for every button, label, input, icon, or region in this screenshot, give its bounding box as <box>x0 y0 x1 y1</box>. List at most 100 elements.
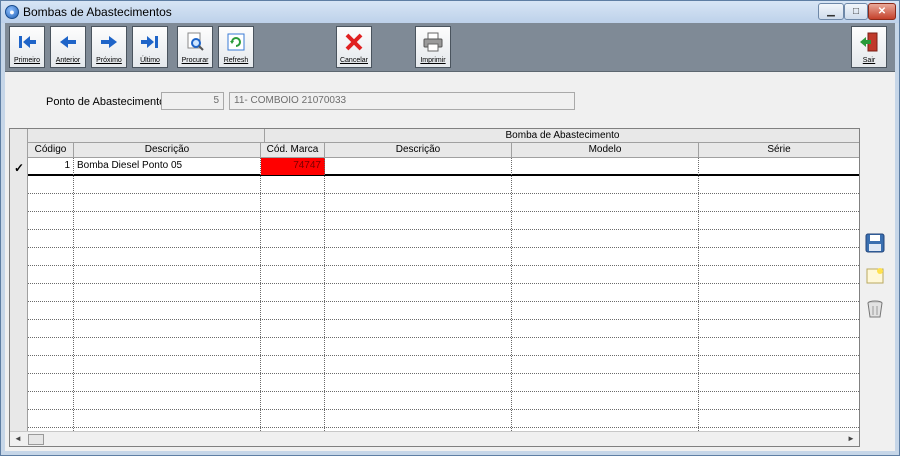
empty-table-row[interactable] <box>28 194 859 212</box>
empty-cell[interactable] <box>261 176 325 193</box>
empty-cell[interactable] <box>512 302 699 319</box>
empty-cell[interactable] <box>74 356 261 373</box>
empty-cell[interactable] <box>512 284 699 301</box>
empty-table-row[interactable] <box>28 338 859 356</box>
empty-cell[interactable] <box>512 356 699 373</box>
empty-cell[interactable] <box>74 320 261 337</box>
ponto-descricao-field[interactable]: 11- COMBOIO 21070033 <box>229 92 575 110</box>
empty-table-row[interactable] <box>28 212 859 230</box>
cell-modelo[interactable] <box>512 158 699 175</box>
column-header-codigo[interactable]: Código <box>28 143 74 157</box>
empty-cell[interactable] <box>699 374 859 391</box>
empty-cell[interactable] <box>28 374 74 391</box>
cancelar-button[interactable]: Cancelar <box>336 26 372 68</box>
empty-table-row[interactable] <box>28 230 859 248</box>
empty-cell[interactable] <box>325 266 512 283</box>
empty-cell[interactable] <box>28 320 74 337</box>
empty-cell[interactable] <box>74 392 261 409</box>
empty-table-row[interactable] <box>28 374 859 392</box>
empty-cell[interactable] <box>28 392 74 409</box>
empty-cell[interactable] <box>325 284 512 301</box>
empty-cell[interactable] <box>74 302 261 319</box>
imprimir-button[interactable]: Imprimir <box>415 26 451 68</box>
empty-cell[interactable] <box>512 230 699 247</box>
empty-cell[interactable] <box>28 410 74 427</box>
empty-cell[interactable] <box>28 212 74 229</box>
empty-cell[interactable] <box>325 338 512 355</box>
empty-cell[interactable] <box>28 230 74 247</box>
procurar-button[interactable]: Procurar <box>177 26 213 68</box>
empty-cell[interactable] <box>74 248 261 265</box>
empty-cell[interactable] <box>699 176 859 193</box>
empty-cell[interactable] <box>74 230 261 247</box>
title-bar[interactable]: ● Bombas de Abastecimentos ▁ □ ✕ <box>1 1 899 23</box>
delete-button[interactable] <box>863 296 887 322</box>
empty-cell[interactable] <box>74 374 261 391</box>
empty-cell[interactable] <box>699 266 859 283</box>
empty-cell[interactable] <box>699 194 859 211</box>
empty-cell[interactable] <box>261 302 325 319</box>
empty-cell[interactable] <box>325 248 512 265</box>
empty-cell[interactable] <box>699 356 859 373</box>
empty-cell[interactable] <box>261 338 325 355</box>
empty-cell[interactable] <box>28 338 74 355</box>
empty-cell[interactable] <box>512 338 699 355</box>
empty-table-row[interactable] <box>28 356 859 374</box>
empty-cell[interactable] <box>74 194 261 211</box>
empty-cell[interactable] <box>512 194 699 211</box>
empty-cell[interactable] <box>699 284 859 301</box>
empty-cell[interactable] <box>28 176 74 193</box>
empty-cell[interactable] <box>74 176 261 193</box>
empty-table-row[interactable] <box>28 176 859 194</box>
empty-cell[interactable] <box>325 410 512 427</box>
column-header-descricao[interactable]: Descrição <box>74 143 261 157</box>
empty-cell[interactable] <box>261 284 325 301</box>
empty-cell[interactable] <box>261 410 325 427</box>
empty-cell[interactable] <box>28 302 74 319</box>
horizontal-scrollbar[interactable]: ◄ ► <box>10 431 859 446</box>
empty-cell[interactable] <box>261 374 325 391</box>
empty-cell[interactable] <box>325 392 512 409</box>
empty-cell[interactable] <box>325 212 512 229</box>
table-row[interactable]: 1 Bomba Diesel Ponto 05 74747 <box>28 158 859 176</box>
empty-cell[interactable] <box>325 194 512 211</box>
empty-cell[interactable] <box>74 266 261 283</box>
scroll-thumb[interactable] <box>28 434 44 445</box>
empty-cell[interactable] <box>512 392 699 409</box>
save-button[interactable] <box>863 230 887 256</box>
empty-cell[interactable] <box>512 176 699 193</box>
empty-cell[interactable] <box>261 356 325 373</box>
empty-cell[interactable] <box>699 302 859 319</box>
empty-cell[interactable] <box>699 230 859 247</box>
empty-cell[interactable] <box>325 320 512 337</box>
empty-table-row[interactable] <box>28 320 859 338</box>
column-header-marca-descricao[interactable]: Descrição <box>325 143 512 157</box>
proximo-button[interactable]: Próximo <box>91 26 127 68</box>
empty-cell[interactable] <box>512 410 699 427</box>
empty-table-row[interactable] <box>28 392 859 410</box>
column-header-cod-marca[interactable]: Cód. Marca <box>261 143 325 157</box>
bombas-grid[interactable]: ✓ Bomba de Abastecimento Código Descriçã… <box>9 128 860 447</box>
cell-cod-marca[interactable]: 74747 <box>261 158 325 175</box>
ponto-codigo-field[interactable]: 5 <box>161 92 224 110</box>
cell-serie[interactable] <box>699 158 859 175</box>
empty-cell[interactable] <box>74 410 261 427</box>
empty-cell[interactable] <box>261 248 325 265</box>
sair-button[interactable]: Sair <box>851 26 887 68</box>
empty-cell[interactable] <box>28 266 74 283</box>
scroll-left-arrow-icon[interactable]: ◄ <box>12 433 24 445</box>
empty-cell[interactable] <box>699 320 859 337</box>
ultimo-button[interactable]: Último <box>132 26 168 68</box>
empty-cell[interactable] <box>699 248 859 265</box>
anterior-button[interactable]: Anterior <box>50 26 86 68</box>
empty-cell[interactable] <box>512 212 699 229</box>
empty-cell[interactable] <box>325 230 512 247</box>
refresh-button[interactable]: Refresh <box>218 26 254 68</box>
empty-cell[interactable] <box>261 230 325 247</box>
empty-cell[interactable] <box>512 266 699 283</box>
maximize-button[interactable]: □ <box>844 3 868 20</box>
cell-marca-descricao[interactable] <box>325 158 512 175</box>
empty-table-row[interactable] <box>28 302 859 320</box>
empty-cell[interactable] <box>325 356 512 373</box>
empty-cell[interactable] <box>325 302 512 319</box>
